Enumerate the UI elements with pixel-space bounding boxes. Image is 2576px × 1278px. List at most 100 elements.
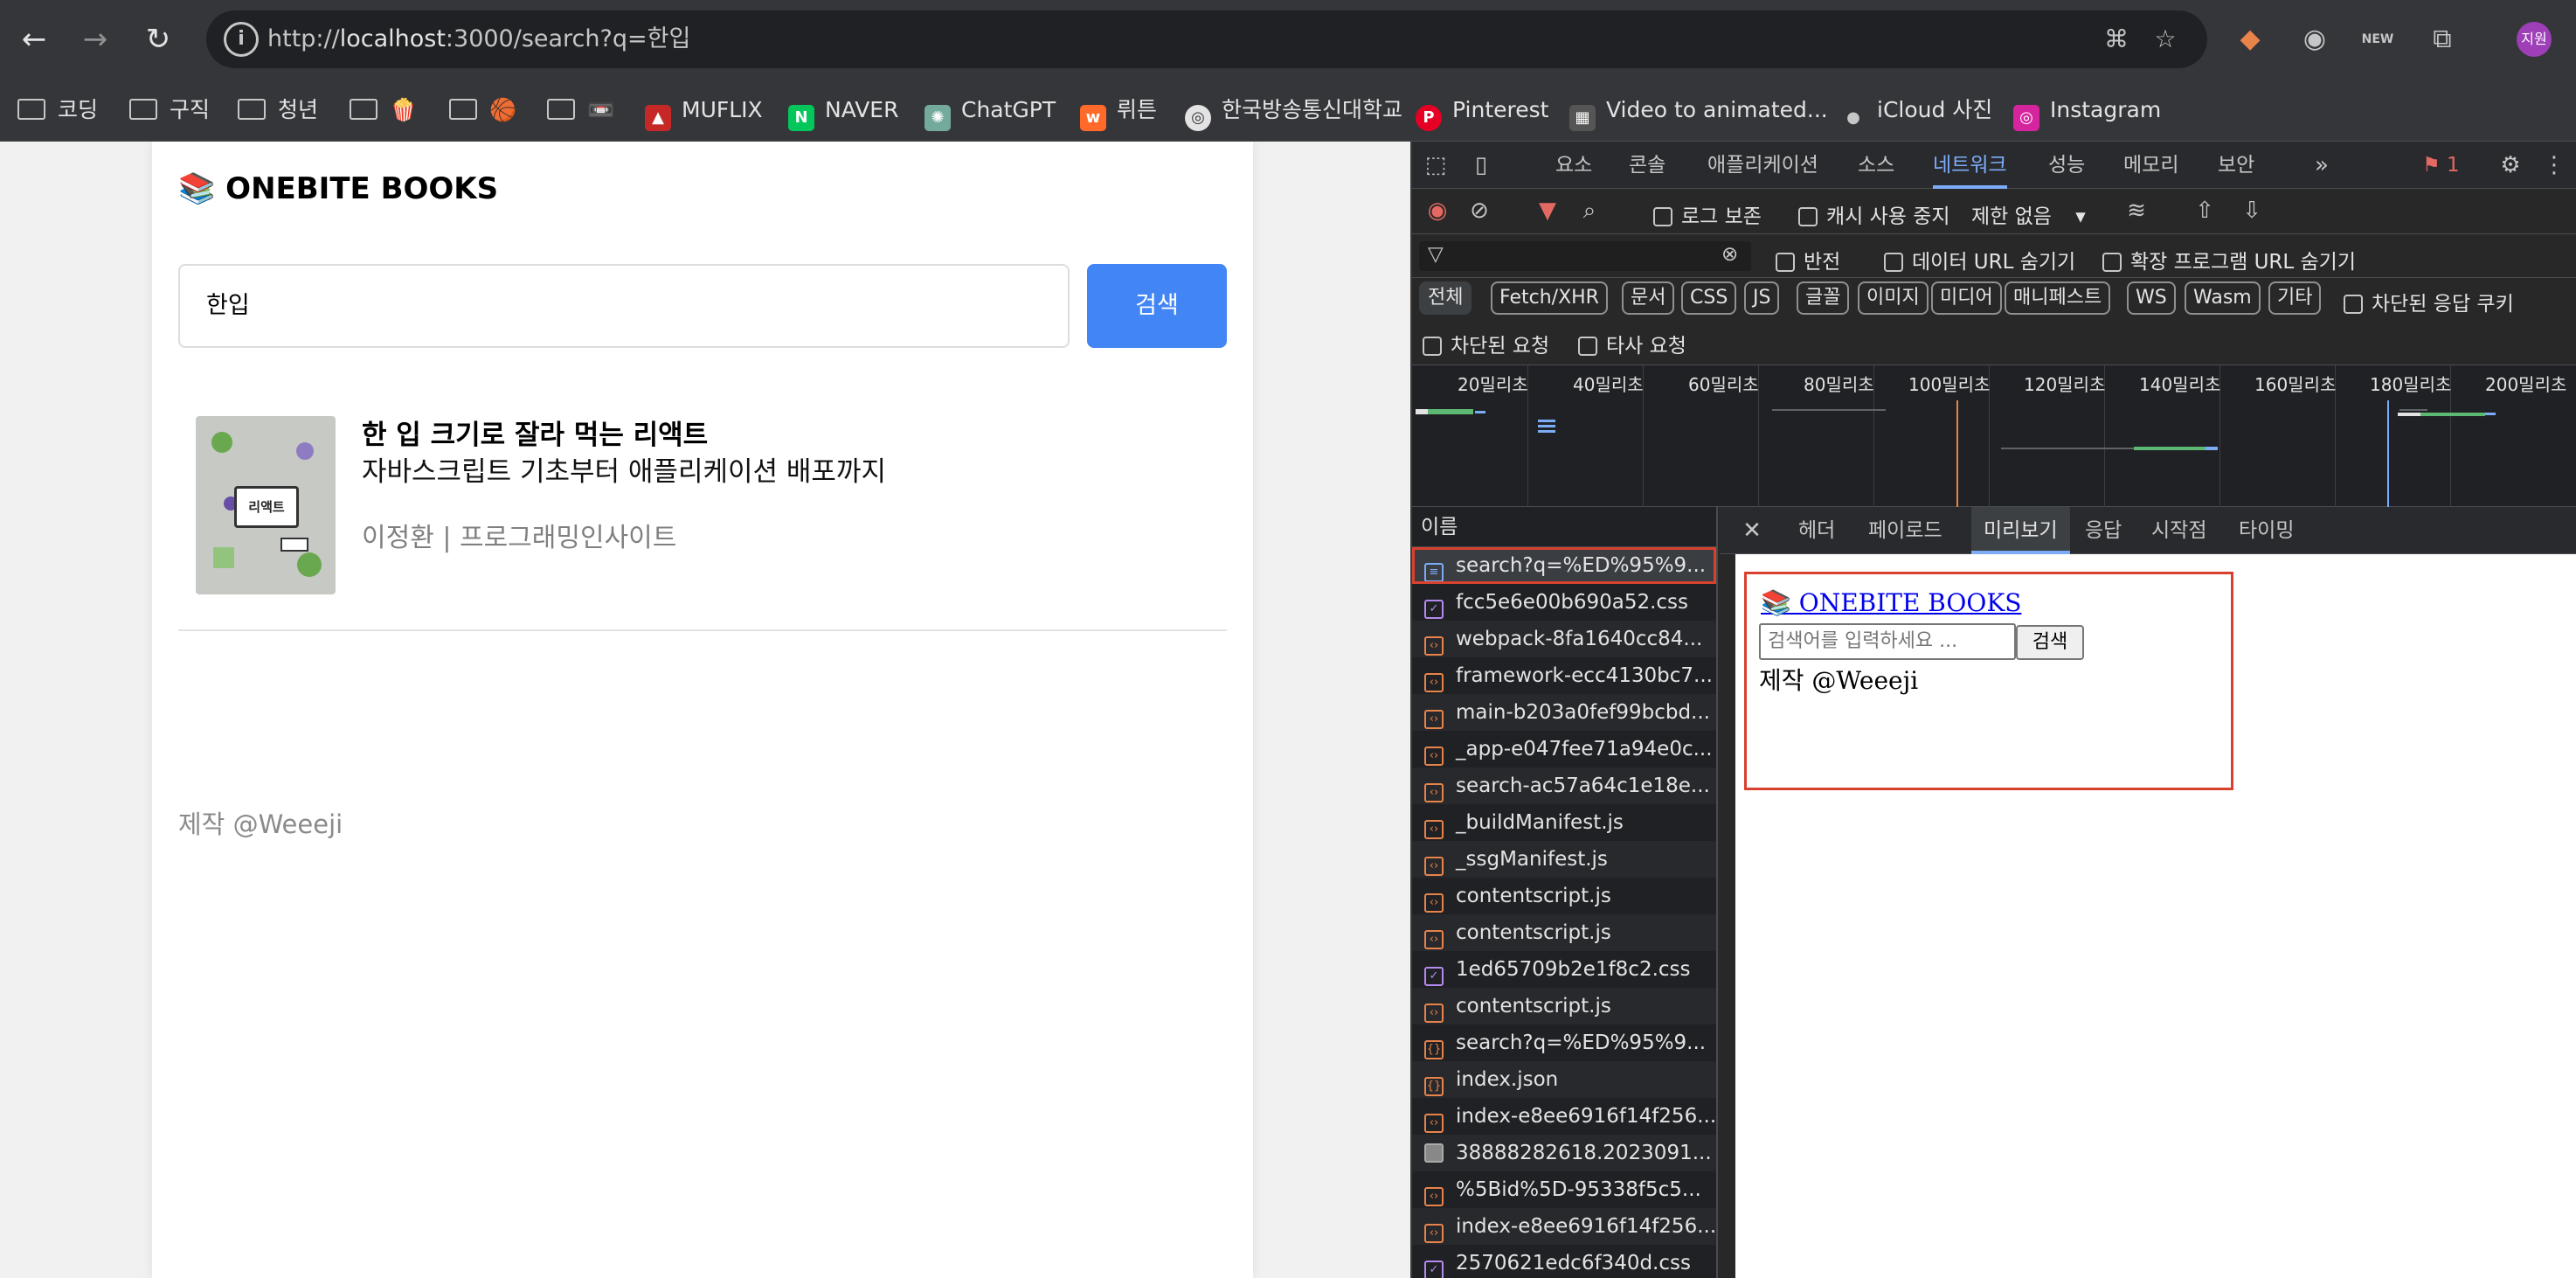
chip-doc[interactable]: 문서 — [1622, 281, 1675, 315]
tab-preview[interactable]: 미리보기 — [1971, 507, 2070, 554]
tab-timing[interactable]: 타이밍 — [2239, 507, 2294, 554]
chip-css[interactable]: CSS — [1681, 281, 1737, 315]
tab-performance[interactable]: 성능 — [2048, 142, 2085, 189]
tab-application[interactable]: 애플리케이션 — [1707, 142, 1818, 189]
book-title[interactable]: 한 입 크기로 잘라 먹는 리액트 — [362, 413, 708, 452]
site-info-icon[interactable]: i — [224, 22, 259, 57]
bookmark-folder[interactable]: 🍿 — [350, 93, 417, 128]
search-input[interactable]: 한입 — [178, 264, 1070, 348]
chip-manifest[interactable]: 매니페스트 — [2005, 281, 2111, 315]
bookmark-video-to-gif[interactable]: ▦ Video to animated... — [1569, 93, 1828, 131]
bookmark-knou[interactable]: ◎ 한국방송통신대학교 — [1185, 93, 1402, 131]
back-arrow-icon[interactable]: ← — [12, 17, 56, 61]
blocked-requests-checkbox[interactable]: 차단된 요청 — [1423, 329, 1549, 358]
bookmark-folder[interactable]: 코딩 — [17, 93, 98, 128]
preserve-log-checkbox[interactable]: 로그 보존 — [1653, 199, 1762, 229]
chip-fetch-xhr[interactable]: Fetch/XHR — [1491, 281, 1608, 315]
new-extension-icon[interactable]: NEW — [2358, 19, 2398, 59]
third-party-checkbox[interactable]: 타사 요청 — [1578, 329, 1686, 358]
request-row[interactable]: {} search?q=%ED%95%9... — [1412, 1024, 1716, 1061]
request-row[interactable]: {} index.json — [1412, 1061, 1716, 1098]
chip-img[interactable]: 이미지 — [1858, 281, 1929, 315]
address-bar[interactable]: i http://localhost:3000/search?q=한입 ⌘ ☆ — [206, 10, 2207, 68]
search-icon[interactable]: ⌕ — [1575, 196, 1604, 226]
tab-security[interactable]: 보안 — [2218, 142, 2254, 189]
clear-filter-icon[interactable]: ⊗ — [1721, 243, 1738, 266]
request-row[interactable]: ‹› %5Bid%5D-95338f5c5... — [1412, 1171, 1716, 1208]
tab-elements[interactable]: 요소 — [1555, 142, 1592, 189]
settings-gear-icon[interactable]: ⚙ — [2496, 150, 2525, 180]
chip-js[interactable]: JS — [1744, 281, 1780, 315]
request-row[interactable]: ✓ 2570621edc6f340d.css — [1412, 1245, 1716, 1278]
request-row[interactable]: ‹› contentscript.js — [1412, 914, 1716, 951]
request-row[interactable]: ‹› _ssgManifest.js — [1412, 841, 1716, 878]
chip-media[interactable]: 미디어 — [1931, 281, 2002, 315]
profile-avatar[interactable]: 지원 — [2517, 22, 2552, 57]
inspect-element-icon[interactable]: ⬚ — [1421, 150, 1451, 180]
book-cover-image[interactable]: 리액트 — [196, 416, 336, 594]
tab-initiator[interactable]: 시작점 — [2151, 507, 2206, 554]
hide-data-urls-checkbox[interactable]: 데이터 URL 숨기기 — [1884, 245, 2075, 274]
import-har-icon[interactable]: ⇧ — [2190, 196, 2219, 226]
bookmark-folder[interactable]: 🏀 — [449, 93, 516, 128]
bookmark-instagram[interactable]: ◎ Instagram — [2013, 93, 2161, 131]
device-toolbar-icon[interactable]: ▯ — [1466, 150, 1496, 180]
filter-input[interactable]: ▽ ⊗ — [1419, 241, 1751, 271]
record-stop-icon[interactable]: ◉ — [1423, 196, 1452, 226]
bookmark-folder[interactable]: 📼 — [547, 93, 614, 128]
bookmark-folder[interactable]: 구직 — [129, 93, 210, 128]
clear-icon[interactable]: ⊘ — [1465, 196, 1494, 226]
bookmark-folder[interactable]: 청년 — [238, 93, 318, 128]
request-row[interactable]: ‹› main-b203a0fef99bcbd... — [1412, 694, 1716, 731]
reload-icon[interactable]: ↻ — [136, 17, 180, 61]
preview-logo-link[interactable]: 📚 ONEBITE BOOKS — [1761, 588, 2021, 617]
tab-response[interactable]: 응답 — [2085, 507, 2122, 554]
blocked-cookies-checkbox[interactable]: 차단된 응답 쿠키 — [2344, 287, 2514, 316]
issues-badge[interactable]: ⚑ 1 — [2422, 154, 2460, 177]
throttling-select[interactable]: 제한 없음 ▾ — [1971, 199, 2086, 229]
chip-all[interactable]: 전체 — [1419, 281, 1472, 315]
preview-search-button[interactable]: 검색 — [2016, 625, 2084, 660]
request-row[interactable]: ‹› index-e8ee6916f14f256... — [1412, 1208, 1716, 1245]
request-row[interactable]: ≡ search?q=%ED%95%9... — [1412, 547, 1716, 584]
close-detail-icon[interactable]: ✕ — [1737, 516, 1767, 545]
network-conditions-icon[interactable]: ≋ — [2122, 196, 2151, 226]
bookmark-star-icon[interactable]: ☆ — [2148, 22, 2183, 57]
chip-wasm[interactable]: Wasm — [2185, 281, 2261, 315]
request-row[interactable]: 38888282618.2023091... — [1412, 1135, 1716, 1171]
request-row[interactable]: ‹› search-ac57a64c1e18e... — [1412, 767, 1716, 804]
preview-search-input[interactable]: 검색어를 입력하세요 ... — [1759, 623, 2016, 660]
request-row[interactable]: ‹› webpack-8fa1640cc84... — [1412, 621, 1716, 657]
url-text[interactable]: http://localhost:3000/search?q=한입 — [267, 10, 690, 68]
chip-ws[interactable]: WS — [2127, 281, 2176, 315]
filter-funnel-icon[interactable]: ▼ — [1533, 196, 1562, 226]
request-row[interactable]: ‹› contentscript.js — [1412, 988, 1716, 1024]
extensions-puzzle-icon[interactable]: ⧉ — [2422, 19, 2462, 59]
site-logo[interactable]: 📚 ONEBITE BOOKS — [178, 171, 498, 206]
request-row[interactable]: ‹› _app-e047fee71a94e0c... — [1412, 731, 1716, 767]
hide-extension-urls-checkbox[interactable]: 확장 프로그램 URL 숨기기 — [2102, 245, 2356, 274]
tab-memory[interactable]: 메모리 — [2123, 142, 2178, 189]
more-tabs-icon[interactable]: » — [2307, 150, 2337, 180]
export-har-icon[interactable]: ⇩ — [2237, 196, 2267, 226]
bookmark-muflix[interactable]: ▲ MUFLIX — [645, 93, 763, 131]
network-timeline-overview[interactable]: 20밀리초 40밀리초 60밀리초 80밀리초 100밀리초 120밀리초 14… — [1412, 365, 2576, 507]
forward-arrow-icon[interactable]: → — [73, 17, 117, 61]
kebab-menu-icon[interactable]: ⋮ — [2539, 150, 2569, 180]
tab-console[interactable]: 콘솔 — [1629, 142, 1665, 189]
tab-network[interactable]: 네트워크 — [1933, 142, 2007, 189]
search-button[interactable]: 검색 — [1087, 264, 1227, 348]
disable-cache-checkbox[interactable]: 캐시 사용 중지 — [1798, 199, 1950, 229]
bookmark-chatgpt[interactable]: ✺ ChatGPT — [924, 93, 1056, 131]
tab-sources[interactable]: 소스 — [1858, 142, 1894, 189]
bookmark-naver[interactable]: N NAVER — [788, 93, 898, 131]
request-row[interactable]: ‹› _buildManifest.js — [1412, 804, 1716, 841]
request-row[interactable]: ✓ 1ed65709b2e1f8c2.css — [1412, 951, 1716, 988]
request-row[interactable]: ‹› contentscript.js — [1412, 878, 1716, 914]
chip-other[interactable]: 기타 — [2268, 281, 2322, 315]
chip-font[interactable]: 글꼴 — [1797, 281, 1850, 315]
tab-headers[interactable]: 헤더 — [1798, 507, 1835, 554]
request-row[interactable]: ‹› framework-ecc4130bc7... — [1412, 657, 1716, 694]
bookmark-icloud[interactable]: ● iCloud 사진 — [1840, 93, 1992, 128]
tab-payload[interactable]: 페이로드 — [1868, 507, 1942, 554]
